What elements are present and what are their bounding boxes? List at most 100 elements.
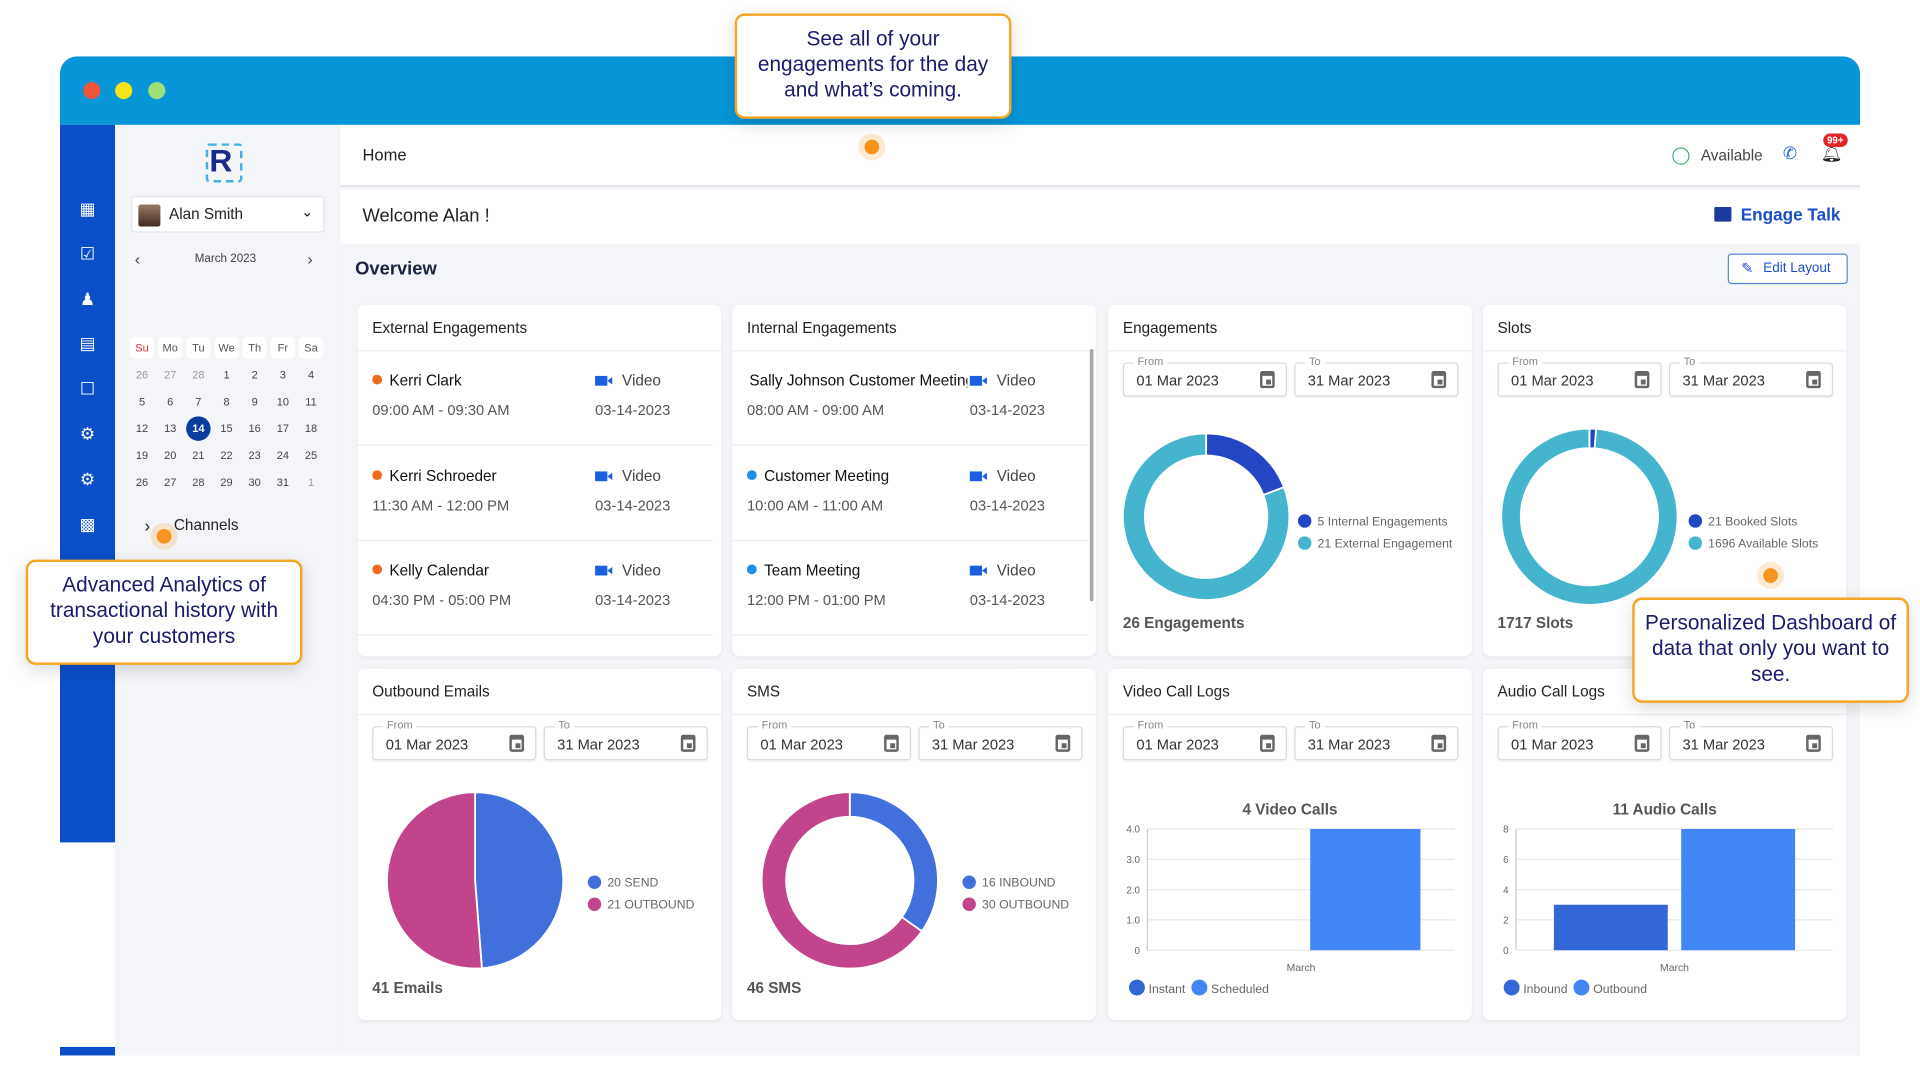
calendar-day[interactable]: 20 — [158, 444, 182, 466]
engagement-item[interactable]: Team Meeting 12:00 PM - 01:00 PM Video 03-1… — [732, 541, 1088, 636]
calendar-day[interactable]: 7 — [186, 391, 210, 413]
to-date-field[interactable]: To 31 Mar 2023 — [1294, 718, 1459, 761]
calendar-day[interactable]: 6 — [158, 391, 182, 413]
calendar-day[interactable]: 26 — [130, 471, 154, 493]
calendar-day[interactable]: 25 — [299, 444, 323, 466]
calendar-icon[interactable] — [1634, 734, 1650, 752]
user-settings-icon[interactable]: ⚙ — [77, 424, 98, 445]
to-date-label: To — [1680, 718, 1699, 732]
hotspot-dot[interactable] — [156, 528, 172, 544]
calendar-day[interactable]: 22 — [214, 444, 238, 466]
calendar-icon[interactable] — [1260, 371, 1275, 389]
from-date-field[interactable]: From 01 Mar 2023 — [1122, 355, 1287, 397]
engagement-item[interactable]: Kelly Calendar 04:30 PM - 05:00 PM Video 03… — [357, 541, 713, 636]
calendar-day[interactable]: 2 — [242, 364, 266, 386]
calendar-day[interactable]: 17 — [271, 418, 295, 440]
calendar-day[interactable]: 28 — [186, 364, 210, 386]
clipboard-check-icon[interactable]: ☐ — [77, 379, 98, 400]
pie-slice[interactable] — [474, 791, 565, 970]
calendar-day[interactable]: 28 — [186, 471, 210, 493]
calendar-icon[interactable] — [1055, 734, 1071, 752]
to-date-field[interactable]: To 31 Mar 2023 — [1668, 355, 1834, 397]
hotspot-dot[interactable] — [1763, 568, 1778, 583]
calendar-day[interactable]: 23 — [242, 444, 266, 466]
engagement-item[interactable]: Kerri Clark 09:00 AM - 09:30 AM Video 03-14… — [357, 351, 713, 446]
calendar-day[interactable]: 15 — [214, 418, 238, 440]
calendar-day[interactable]: 19 — [130, 444, 154, 466]
calendar-day[interactable]: 1 — [214, 364, 238, 386]
from-date-field[interactable]: From 01 Mar 2023 — [1497, 718, 1662, 761]
pie-slice[interactable] — [1205, 432, 1286, 497]
to-date-field[interactable]: To 31 Mar 2023 — [1668, 718, 1834, 761]
calendar-day[interactable]: 8 — [214, 391, 238, 413]
calendar-day[interactable]: 5 — [130, 391, 154, 413]
engagement-item[interactable]: Customer Meeting 10:00 AM - 11:00 AM Video… — [732, 446, 1088, 541]
engagement-item[interactable]: Kerri Schroeder 11:30 AM - 12:00 PM Video 0… — [357, 446, 713, 541]
calendar-icon[interactable]: ▤ — [77, 334, 98, 355]
from-date-field[interactable]: From 01 Mar 2023 — [746, 718, 912, 761]
from-date-field[interactable]: From 01 Mar 2023 — [372, 718, 537, 761]
pie-slice[interactable] — [386, 791, 483, 970]
from-date-field[interactable]: From 01 Mar 2023 — [1497, 355, 1662, 397]
calendar-day[interactable]: 3 — [271, 364, 295, 386]
calendar-day[interactable]: 18 — [299, 418, 323, 440]
calendar-day[interactable]: 29 — [214, 471, 238, 493]
dashboard-icon[interactable]: ▦ — [77, 198, 98, 219]
scrollbar[interactable] — [1089, 348, 1094, 602]
engage-talk-button[interactable]: Engage Talk — [1713, 204, 1840, 224]
settings-icon[interactable]: ⚙ — [77, 469, 98, 490]
calendar-day[interactable]: 4 — [299, 364, 323, 386]
calendar-day[interactable]: 1 — [299, 471, 323, 493]
channels-toggle[interactable]: Channels — [174, 517, 239, 534]
calendar-icon[interactable] — [1431, 371, 1447, 389]
engagement-type: Video — [595, 562, 661, 579]
availability-status[interactable]: Available — [1701, 147, 1763, 164]
calendar-day[interactable]: 16 — [242, 418, 266, 440]
calendar-icon[interactable] — [1634, 371, 1650, 389]
calendar-icon[interactable] — [1260, 734, 1275, 752]
to-date-field[interactable]: To 31 Mar 2023 — [1294, 355, 1459, 397]
call-history-icon[interactable]: ✆ — [1783, 143, 1797, 164]
calendar-icon[interactable] — [680, 734, 696, 752]
engagement-item[interactable]: Sally Johnson Customer Meeting 08:00 AM -… — [732, 351, 1088, 446]
calendar-day[interactable]: 10 — [271, 391, 295, 413]
to-date-field[interactable]: To 31 Mar 2023 — [543, 718, 708, 761]
calendar-icon[interactable] — [1431, 734, 1447, 752]
pie-slice[interactable] — [848, 791, 939, 933]
calendar-icon[interactable] — [509, 734, 525, 752]
calendar-day[interactable]: 9 — [242, 391, 266, 413]
hotspot-dot[interactable] — [864, 139, 880, 155]
calendar-icon[interactable] — [884, 734, 899, 752]
bar-scheduled[interactable] — [1310, 828, 1421, 951]
calendar-icon[interactable] — [1806, 734, 1821, 752]
calendar-day[interactable]: 31 — [271, 471, 295, 493]
user-select[interactable]: Alan Smith ⌄ — [131, 195, 325, 233]
calendar-day-selected[interactable]: 14 — [186, 416, 211, 441]
calendar-day[interactable]: 21 — [186, 444, 210, 466]
minimize-window-button[interactable] — [115, 82, 133, 100]
calendar-day[interactable]: 30 — [242, 471, 266, 493]
maximize-window-button[interactable] — [148, 82, 166, 100]
prev-month-button[interactable]: ‹ — [135, 250, 140, 268]
calendar-day[interactable]: 24 — [271, 444, 295, 466]
calendar-check-icon[interactable]: ☑ — [77, 243, 98, 264]
pencil-icon: ✎ — [1741, 259, 1754, 277]
calendar-day[interactable]: 12 — [130, 418, 154, 440]
calendar-day[interactable]: 13 — [158, 418, 182, 440]
close-window-button[interactable] — [83, 82, 101, 100]
logo: R — [205, 142, 243, 183]
bar-inbound[interactable] — [1553, 904, 1668, 951]
report-icon[interactable]: ▩ — [77, 514, 98, 535]
calendar-day[interactable]: 11 — [299, 391, 323, 413]
from-date-field[interactable]: From 01 Mar 2023 — [1122, 718, 1287, 761]
calendar-day[interactable]: 26 — [130, 364, 154, 386]
users-icon[interactable]: ♟ — [77, 288, 98, 309]
calendar-day[interactable]: 27 — [158, 471, 182, 493]
next-month-button[interactable]: › — [307, 250, 312, 268]
pie-slice[interactable] — [1500, 427, 1679, 606]
calendar-icon[interactable] — [1806, 371, 1821, 389]
bar-outbound[interactable] — [1681, 828, 1796, 951]
to-date-field[interactable]: To 31 Mar 2023 — [918, 718, 1083, 761]
calendar-day[interactable]: 27 — [158, 364, 182, 386]
edit-layout-button[interactable]: ✎ Edit Layout — [1727, 253, 1848, 285]
